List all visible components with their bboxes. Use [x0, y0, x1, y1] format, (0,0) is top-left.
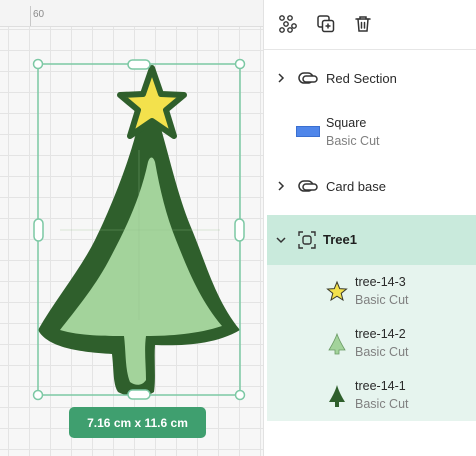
- layer-title: tree-14-1: [355, 379, 406, 393]
- layer-subtitle: Basic Cut: [355, 397, 409, 411]
- group-icon: [298, 180, 318, 192]
- layer-label: Tree1: [323, 232, 357, 247]
- dimensions-badge: 7.16 cm x 11.6 cm: [69, 407, 206, 438]
- resize-handle-top-right: [234, 58, 246, 70]
- chevron-right-icon[interactable]: [276, 181, 286, 191]
- delete-button[interactable]: [351, 12, 375, 36]
- layer-label: Card base: [326, 179, 386, 194]
- layer-title: tree-14-2: [355, 327, 406, 341]
- layers-panel: Red Section Square Basic Cut Card base T…: [264, 0, 476, 456]
- resize-handle-top-left: [32, 58, 44, 70]
- layer-title: tree-14-3: [355, 275, 406, 289]
- layer-subtitle: Basic Cut: [326, 134, 380, 148]
- layer-label: Red Section: [326, 71, 397, 86]
- chevron-right-icon[interactable]: [276, 73, 286, 83]
- resize-handle-left: [33, 218, 44, 242]
- layer-item-tree-14-3[interactable]: tree-14-3 Basic Cut: [264, 270, 476, 314]
- layer-group-red-section[interactable]: Red Section: [264, 62, 476, 94]
- group-icon: [279, 15, 297, 33]
- resize-handle-right: [234, 218, 245, 242]
- square-shape-icon: [296, 126, 320, 137]
- duplicate-button[interactable]: [314, 12, 338, 36]
- layer-subtitle: Basic Cut: [355, 345, 409, 359]
- chevron-down-icon[interactable]: [276, 235, 286, 245]
- layer-group-card-base[interactable]: Card base: [264, 170, 476, 202]
- resize-handle-bottom-left: [32, 389, 44, 401]
- layer-item-tree-14-2[interactable]: tree-14-2 Basic Cut: [264, 322, 476, 366]
- group-selection-icon: [298, 231, 316, 249]
- group-button[interactable]: [276, 12, 300, 36]
- group-icon: [298, 72, 318, 84]
- resize-handle-bottom-right: [234, 389, 246, 401]
- resize-handle-bottom: [127, 389, 151, 400]
- tree-light-icon: [328, 332, 346, 355]
- duplicate-icon: [317, 15, 335, 33]
- layers-toolbar: [264, 0, 476, 50]
- resize-handle-top: [127, 59, 151, 70]
- design-canvas[interactable]: 60 7.16 cm x 11.6 cm: [0, 0, 264, 456]
- tree-dark-icon: [329, 385, 345, 407]
- layer-title: Square: [326, 116, 367, 130]
- tree-artwork[interactable]: [0, 0, 263, 456]
- layer-item-square[interactable]: Square Basic Cut: [264, 110, 476, 154]
- layer-group-tree1[interactable]: Tree1: [267, 215, 476, 265]
- layer-item-tree-14-1[interactable]: tree-14-1 Basic Cut: [264, 374, 476, 418]
- delete-icon: [355, 16, 371, 32]
- layer-subtitle: Basic Cut: [355, 293, 409, 307]
- star-icon: [326, 280, 348, 302]
